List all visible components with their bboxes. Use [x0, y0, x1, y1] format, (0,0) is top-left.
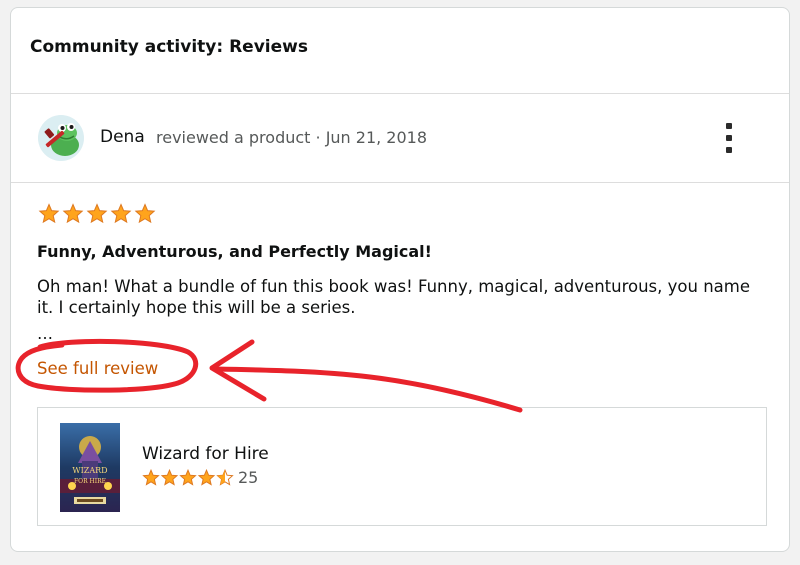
star-icon	[39, 204, 59, 223]
star-icon	[63, 204, 83, 223]
review-title: Funny, Adventurous, and Perfectly Magica…	[37, 242, 432, 261]
review-truncation-ellipsis: …	[37, 324, 53, 343]
product-star-rating	[143, 469, 233, 486]
product-card[interactable]: WIZARD FOR HIRE Wizard for Hire 25	[37, 407, 767, 526]
rating-count[interactable]: 25	[238, 467, 258, 489]
author-name[interactable]: Dena	[100, 125, 145, 149]
see-full-review-link[interactable]: See full review	[37, 358, 158, 380]
product-title[interactable]: Wizard for Hire	[142, 442, 269, 466]
author-row: Dena reviewed a product · Jun 21, 2018	[11, 94, 789, 182]
review-body: Oh man! What a bundle of fun this book w…	[37, 277, 750, 317]
star-icon	[111, 204, 131, 223]
star-icon	[198, 469, 215, 486]
svg-text:WIZARD: WIZARD	[72, 466, 107, 475]
kebab-menu-icon[interactable]	[719, 120, 739, 156]
star-icon	[180, 469, 196, 486]
star-icon	[161, 469, 178, 486]
half-star-icon	[217, 469, 233, 486]
review-meta: reviewed a product · Jun 21, 2018	[156, 128, 428, 147]
review-star-rating	[39, 204, 155, 223]
star-icon	[87, 204, 107, 223]
star-icon	[143, 469, 159, 486]
community-reviews-card: Community activity: Reviews Dena reviewe…	[10, 7, 790, 552]
frog-avatar-icon[interactable]	[38, 115, 84, 161]
star-icon	[135, 204, 155, 223]
svg-text:FOR HIRE: FOR HIRE	[74, 478, 106, 485]
page: Community activity: Reviews Dena reviewe…	[0, 0, 800, 565]
book-cover-image[interactable]: WIZARD FOR HIRE	[60, 423, 120, 512]
section-title: Community activity: Reviews	[30, 37, 308, 57]
divider	[11, 182, 789, 183]
